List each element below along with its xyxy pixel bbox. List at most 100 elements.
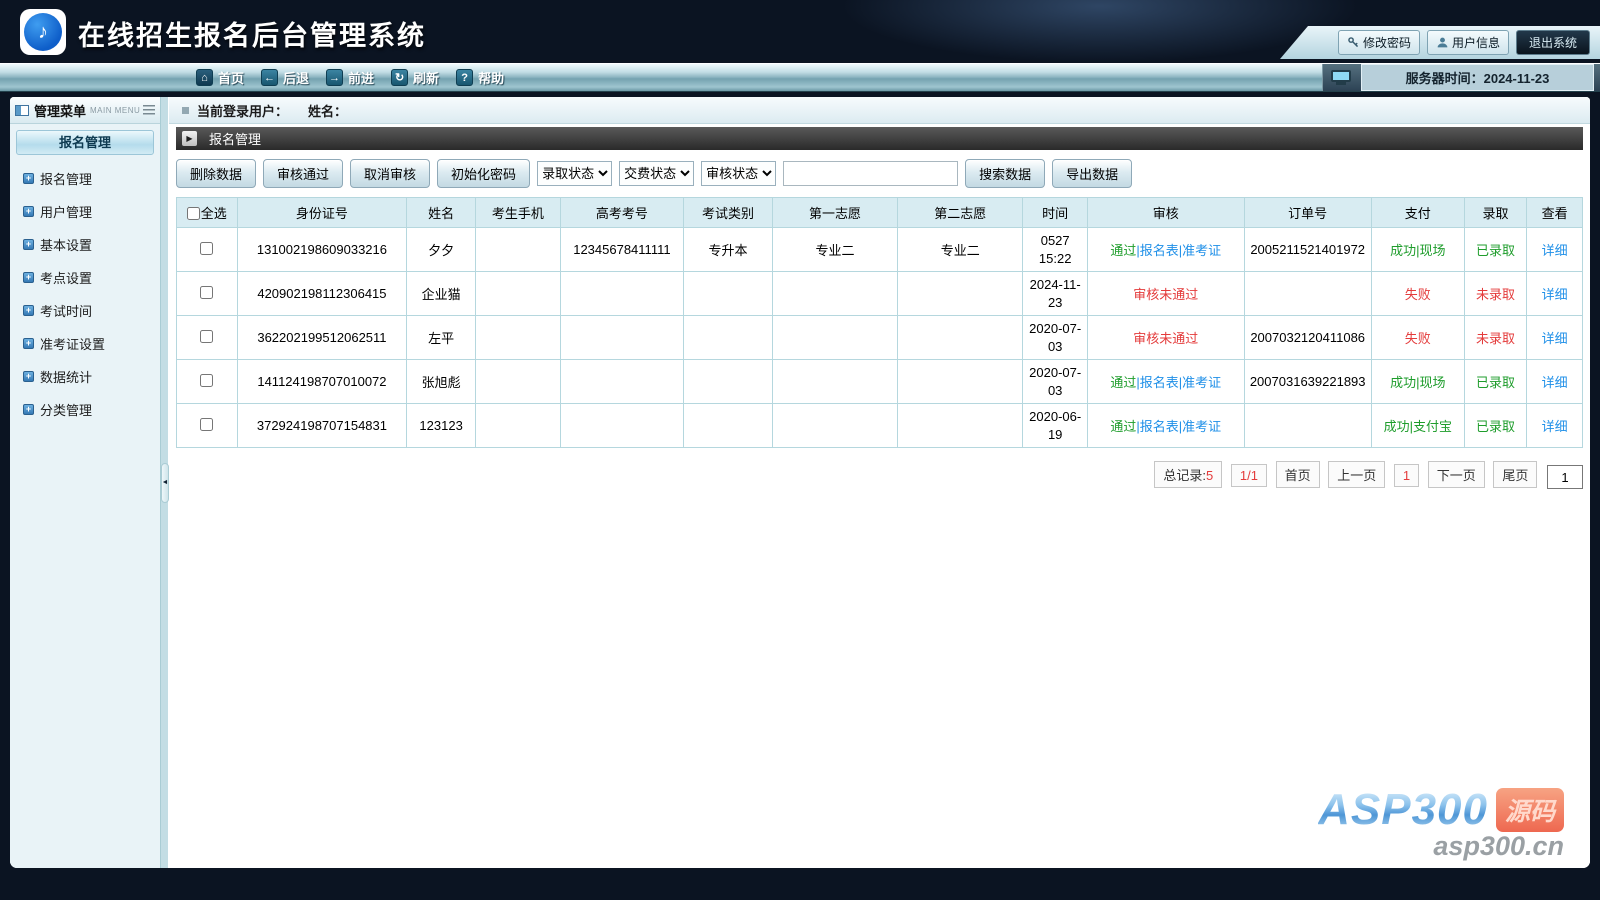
view-detail-link[interactable]: 详细 xyxy=(1542,243,1568,258)
select-all-checkbox[interactable] xyxy=(186,207,200,220)
cell-name: 左平 xyxy=(406,315,476,361)
plus-square-icon: + xyxy=(23,173,34,184)
audit-status: 审核未通过 xyxy=(1133,287,1199,303)
nav-item-forward[interactable]: → 前进 xyxy=(326,68,374,87)
delete-data-button[interactable]: 删除数据 xyxy=(176,159,257,188)
cell-category xyxy=(683,403,773,449)
play-icon: ▶ xyxy=(182,131,197,146)
server-time: 服务器时间：2024-11-23 xyxy=(1361,64,1594,91)
cell-id: 141124198707010072 xyxy=(236,359,408,405)
sidebar-item-users[interactable]: + 用户管理 xyxy=(10,195,160,228)
row-checkbox[interactable] xyxy=(200,329,214,343)
cell-id: 131002198609033216 xyxy=(236,226,408,273)
cell-time: 2020-07- 03 xyxy=(1022,315,1088,361)
payment-status-select[interactable]: 交费状态 xyxy=(619,161,695,186)
cell-phone xyxy=(474,226,561,273)
view-detail-link[interactable]: 详细 xyxy=(1542,375,1568,390)
nav-item-refresh[interactable]: ↻ 刷新 xyxy=(391,68,439,87)
cell-phone xyxy=(474,271,561,317)
audit-link[interactable]: 报名表 xyxy=(1140,419,1179,434)
page-number-input[interactable] xyxy=(1547,465,1583,490)
hamburger-icon[interactable] xyxy=(143,105,155,115)
audit-link[interactable]: 准考证 xyxy=(1182,243,1221,258)
current-page[interactable]: 1 xyxy=(1393,464,1420,488)
sidebar-item-basic-settings[interactable]: + 基本设置 xyxy=(10,228,160,261)
sidebar-title: 管理菜单 xyxy=(34,103,87,119)
view-detail-link[interactable]: 详细 xyxy=(1542,331,1568,346)
sidebar-item-admission-ticket[interactable]: + 准考证设置 xyxy=(10,327,160,360)
table-header-row: 全选 身份证号 姓名 考生手机 高考考号 考试类别 第一志愿 第二志愿 时间 审… xyxy=(176,197,1583,228)
col-name: 姓名 xyxy=(406,197,476,228)
cancel-audit-button[interactable]: 取消审核 xyxy=(350,159,431,188)
change-password-button[interactable]: 修改密码 xyxy=(1337,30,1420,55)
admission-status-select[interactable]: 录取状态 xyxy=(537,161,613,186)
cell-phone xyxy=(474,403,561,449)
sidebar-splitter[interactable]: ◄ xyxy=(160,97,169,868)
col-pay: 支付 xyxy=(1370,197,1465,228)
export-button[interactable]: 导出数据 xyxy=(1052,159,1133,188)
pagination: 总记录:5 1/1 首页 上一页 1 下一页 尾页 xyxy=(176,461,1583,490)
table-body: 131002198609033216 夕夕 12345678411111 专升本… xyxy=(176,226,1583,449)
last-page-button[interactable]: 尾页 xyxy=(1493,461,1538,489)
audit-link[interactable]: 准考证 xyxy=(1182,375,1221,390)
section-title-bar: ▶ 报名管理 xyxy=(176,127,1583,150)
audit-link[interactable]: 报名表 xyxy=(1140,243,1179,258)
sidebar-item-registration[interactable]: + 报名管理 xyxy=(10,162,160,195)
cell-choice1: 专业二 xyxy=(771,226,899,273)
audit-link[interactable]: 报名表 xyxy=(1140,375,1179,390)
user-info-button[interactable]: 用户信息 xyxy=(1426,30,1509,55)
row-checkbox[interactable] xyxy=(200,373,214,387)
sidebar-group-header[interactable]: 报名管理 xyxy=(16,130,154,155)
collapse-handle[interactable]: ◄ xyxy=(161,462,169,503)
search-input[interactable] xyxy=(783,161,959,186)
cell-pay: 成功|支付宝 xyxy=(1370,403,1465,449)
cell-order xyxy=(1243,271,1372,317)
watermark: ASP300 源码 asp300.cn xyxy=(1318,785,1564,862)
nav-right-section: 服务器时间：2024-11-23 xyxy=(1322,64,1600,91)
sidebar-item-exam-sites[interactable]: + 考点设置 xyxy=(10,261,160,294)
cell-name: 张旭彪 xyxy=(406,359,476,405)
pay-status: 失败 xyxy=(1404,331,1431,347)
name-label: 姓名： xyxy=(308,103,348,119)
cell-admit: 未录取 xyxy=(1463,271,1528,317)
cell-category xyxy=(683,359,773,405)
nav-item-help[interactable]: ? 帮助 xyxy=(456,68,504,87)
admit-status: 未录取 xyxy=(1476,287,1516,303)
nav-item-home[interactable]: ⌂ 首页 xyxy=(196,68,244,87)
logout-button[interactable]: 退出系统 xyxy=(1515,30,1590,55)
first-page-button[interactable]: 首页 xyxy=(1275,461,1320,489)
cell-phone xyxy=(474,315,561,361)
cell-audit: 通过|报名表|准考证 xyxy=(1087,359,1245,405)
cell-time: 2024-11- 23 xyxy=(1022,271,1088,317)
page-ratio: 1/1 xyxy=(1230,464,1267,488)
table-row: 420902198112306415 企业猫 2024-11- 23 审核未通过… xyxy=(176,271,1583,317)
sidebar-item-statistics[interactable]: + 数据统计 xyxy=(10,360,160,393)
cell-time: 0527 15:22 xyxy=(1022,226,1088,273)
cell-name: 123123 xyxy=(406,403,476,449)
cell-id: 420902198112306415 xyxy=(236,271,408,317)
cell-exam-no xyxy=(559,315,685,361)
cell-choice1 xyxy=(771,315,899,361)
nav-item-back[interactable]: ← 后退 xyxy=(261,68,309,87)
cell-category: 专升本 xyxy=(683,226,773,273)
row-checkbox[interactable] xyxy=(200,417,214,431)
cell-order: 2007031639221893 xyxy=(1243,359,1372,405)
audit-link[interactable]: 准考证 xyxy=(1182,419,1221,434)
sidebar-item-categories[interactable]: + 分类管理 xyxy=(10,393,160,426)
row-checkbox[interactable] xyxy=(200,241,214,255)
search-button[interactable]: 搜索数据 xyxy=(965,159,1046,188)
next-page-button[interactable]: 下一页 xyxy=(1427,461,1485,489)
prev-page-button[interactable]: 上一页 xyxy=(1328,461,1386,489)
cell-audit: 审核未通过 xyxy=(1087,271,1245,317)
cell-exam-no xyxy=(559,271,685,317)
back-arrow-icon: ← xyxy=(261,69,279,86)
cell-order: 2007032120411086 xyxy=(1243,315,1372,361)
sidebar-item-exam-time[interactable]: + 考试时间 xyxy=(10,294,160,327)
row-checkbox[interactable] xyxy=(200,285,214,299)
reset-password-button[interactable]: 初始化密码 xyxy=(437,159,531,188)
audit-status-select[interactable]: 审核状态 xyxy=(701,161,777,186)
sidebar-subtitle: MAIN MENU xyxy=(90,105,141,115)
approve-button[interactable]: 审核通过 xyxy=(263,159,344,188)
view-detail-link[interactable]: 详细 xyxy=(1542,419,1568,434)
view-detail-link[interactable]: 详细 xyxy=(1542,287,1568,302)
